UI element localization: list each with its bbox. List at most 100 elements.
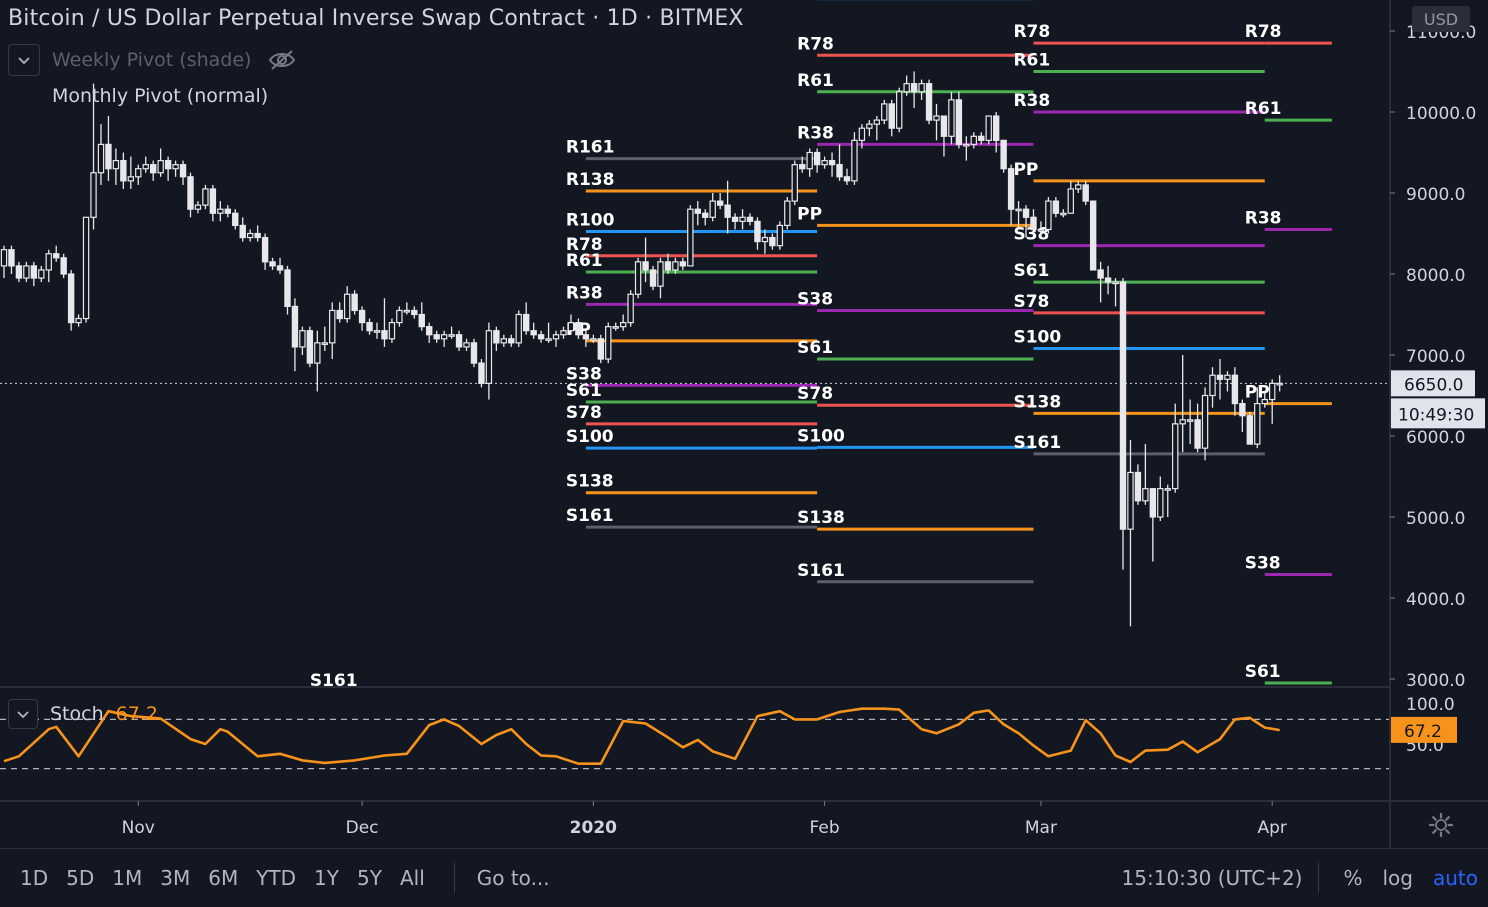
candle-body bbox=[142, 164, 149, 170]
candle-body bbox=[246, 232, 254, 239]
candle-body bbox=[992, 115, 1000, 141]
candle-body bbox=[239, 224, 246, 239]
stoch-legend[interactable]: Stoch 67.2 bbox=[8, 699, 158, 729]
candle-body bbox=[1157, 488, 1164, 518]
candle-body bbox=[575, 322, 582, 336]
candle-body bbox=[1045, 200, 1052, 231]
candle-body bbox=[164, 160, 172, 170]
stoch-value-badge-label: 67.2 bbox=[1404, 722, 1442, 742]
currency-badge[interactable]: USD bbox=[1412, 6, 1470, 32]
candle-body bbox=[150, 164, 157, 174]
gear-icon[interactable] bbox=[1428, 812, 1454, 838]
pivot-label-s78: S78 bbox=[566, 403, 602, 423]
candle-body bbox=[858, 127, 866, 141]
candle-body bbox=[314, 342, 321, 364]
candle bbox=[1246, 411, 1254, 445]
eye-hidden-icon[interactable] bbox=[267, 49, 297, 71]
candle-body bbox=[851, 139, 858, 182]
candle bbox=[1045, 197, 1052, 234]
timeframe-5d[interactable]: 5D bbox=[57, 866, 103, 890]
time-tick-label: 2020 bbox=[570, 818, 617, 838]
timeframe-all[interactable]: All bbox=[391, 866, 434, 890]
candle bbox=[634, 257, 642, 299]
symbol-title[interactable]: Bitcoin / US Dollar Perpetual Inverse Sw… bbox=[8, 6, 744, 31]
pivot-label-r138: R138 bbox=[566, 170, 615, 190]
candle-body bbox=[963, 143, 970, 147]
pivot-label-s78: S78 bbox=[797, 384, 833, 404]
stoch-value: 67.2 bbox=[115, 703, 158, 725]
candle-body bbox=[582, 334, 590, 340]
clock-timezone[interactable]: 15:10:30 (UTC+2) bbox=[1122, 866, 1319, 890]
candle bbox=[955, 91, 963, 149]
candle-body bbox=[970, 135, 978, 146]
collapse-stoch-button[interactable] bbox=[8, 699, 38, 729]
candle-body bbox=[135, 168, 142, 178]
candle-body bbox=[224, 208, 231, 214]
candle-body bbox=[716, 200, 724, 206]
candle-body bbox=[1127, 471, 1134, 530]
candle-body bbox=[1030, 216, 1037, 231]
candle-body bbox=[1000, 139, 1007, 170]
candle-body bbox=[1261, 398, 1268, 405]
candle-body bbox=[493, 330, 500, 344]
candle bbox=[605, 322, 612, 364]
candle bbox=[351, 290, 358, 315]
candle bbox=[925, 79, 933, 125]
candle-body bbox=[1119, 281, 1127, 530]
price-tick-label: 3000.0 bbox=[1406, 671, 1465, 691]
candle-body bbox=[843, 176, 851, 182]
candle-body bbox=[1097, 269, 1104, 279]
candle-body bbox=[784, 200, 791, 227]
candle-body bbox=[1082, 184, 1089, 202]
candle-body bbox=[836, 164, 843, 178]
percent-toggle[interactable]: % bbox=[1333, 866, 1372, 890]
candle-body bbox=[485, 330, 493, 384]
timeframe-1m[interactable]: 1M bbox=[103, 866, 151, 890]
timeframe-ytd[interactable]: YTD bbox=[247, 866, 305, 890]
timeframe-3m[interactable]: 3M bbox=[151, 866, 199, 890]
candle-body bbox=[90, 172, 97, 218]
candle-body bbox=[1052, 200, 1060, 214]
candle-body bbox=[209, 188, 217, 214]
time-tick-label: Apr bbox=[1257, 818, 1286, 838]
candle-body bbox=[403, 309, 411, 313]
candle-body bbox=[329, 309, 336, 344]
candle-body bbox=[642, 261, 649, 271]
timeframe-6m[interactable]: 6M bbox=[199, 866, 247, 890]
countdown-label: 10:49:30 bbox=[1398, 405, 1474, 425]
pivot-label-s38: S38 bbox=[1245, 554, 1281, 574]
price-tick-label: 7000.0 bbox=[1406, 347, 1465, 367]
candle-body bbox=[590, 338, 597, 341]
log-toggle[interactable]: log bbox=[1372, 866, 1423, 890]
candle bbox=[776, 221, 784, 250]
candle-body bbox=[411, 309, 418, 316]
timeframe-1d[interactable]: 1D bbox=[11, 866, 57, 890]
monthly-pivot-legend[interactable]: Monthly Pivot (normal) bbox=[8, 85, 268, 107]
candle-body bbox=[694, 208, 701, 214]
candle-body bbox=[605, 326, 612, 360]
auto-scale-toggle[interactable]: auto bbox=[1423, 866, 1488, 890]
candle bbox=[306, 326, 314, 368]
weekly-pivot-legend[interactable]: Weekly Pivot (shade) bbox=[8, 44, 297, 76]
candle-body bbox=[709, 200, 716, 218]
candle-body bbox=[940, 115, 948, 137]
candle-body bbox=[1164, 488, 1171, 491]
time-tick-label: Dec bbox=[346, 818, 379, 838]
pivot-label-pp: PP bbox=[797, 204, 822, 224]
candle-body bbox=[53, 253, 60, 259]
candle-body bbox=[478, 362, 485, 384]
candle-body bbox=[612, 326, 619, 329]
candle-body bbox=[343, 293, 351, 320]
timeframe-5y[interactable]: 5Y bbox=[348, 866, 391, 890]
time-tick-label: Feb bbox=[810, 818, 840, 838]
candle-body bbox=[1268, 382, 1276, 401]
chart-canvas[interactable]: R161R138R100R78R61R38PPS38S61S78S100S138… bbox=[0, 0, 1488, 848]
candle-body bbox=[925, 83, 933, 121]
goto-date-button[interactable]: Go to... bbox=[469, 866, 558, 890]
candle-body bbox=[60, 257, 67, 275]
collapse-legend-button[interactable] bbox=[8, 44, 40, 76]
pivot-label-s138: S138 bbox=[797, 508, 845, 528]
timeframe-1y[interactable]: 1Y bbox=[305, 866, 348, 890]
candle-body bbox=[440, 334, 448, 340]
candle-body bbox=[187, 176, 194, 210]
